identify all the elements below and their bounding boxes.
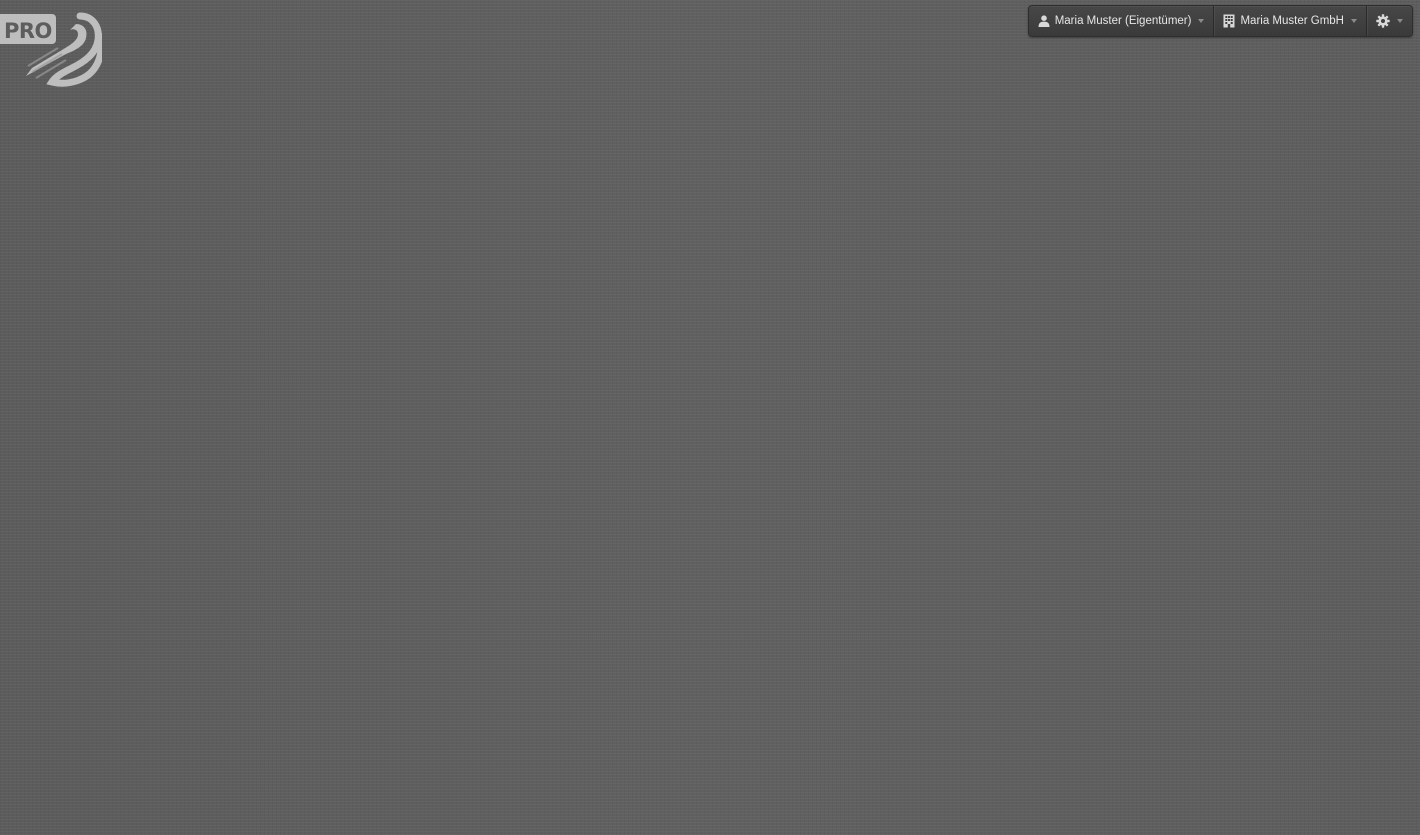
top-toolbar: Maria Muster (Eigentümer) Maria Muster G… <box>1027 5 1413 37</box>
app-logo[interactable]: PRO <box>0 10 104 88</box>
user-menu-label: Maria Muster (Eigentümer) <box>1054 15 1192 27</box>
company-menu-button[interactable]: Maria Muster GmbH <box>1214 6 1367 36</box>
user-icon <box>1038 15 1050 27</box>
chevron-down-icon <box>1198 19 1205 23</box>
gear-icon <box>1376 14 1390 28</box>
settings-menu-button[interactable] <box>1367 6 1412 36</box>
chevron-down-icon <box>1397 19 1403 23</box>
user-menu-button[interactable]: Maria Muster (Eigentümer) <box>1029 6 1215 36</box>
swan-logo-icon <box>26 12 102 87</box>
company-menu-label: Maria Muster GmbH <box>1240 15 1344 27</box>
building-icon <box>1223 14 1235 28</box>
chevron-down-icon <box>1351 19 1357 23</box>
